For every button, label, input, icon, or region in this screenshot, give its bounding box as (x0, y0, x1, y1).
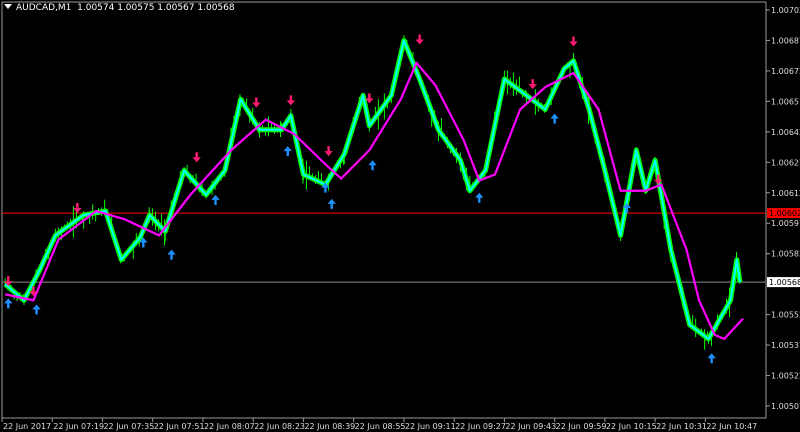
y-tick-label: 1.00507 (771, 402, 800, 411)
x-tick-label: 22 Jun 2017 (3, 422, 51, 431)
buy-arrow-icon (283, 146, 292, 157)
y-tick-label: 1.00552 (771, 311, 800, 320)
sell-arrow-icon (73, 203, 82, 214)
x-tick-label: 22 Jun 08:55 (355, 422, 406, 431)
x-tick-label: 22 Jun 07:35 (103, 422, 154, 431)
y-tick-label: 1.00642 (771, 128, 800, 137)
x-tick-label: 22 Jun 09:11 (405, 422, 456, 431)
price-chart[interactable]: 1.00702 1.00687 1.00672 1.00657 1.00642 1.006… (0, 0, 800, 432)
x-tick-label: 22 Jun 10:15 (606, 422, 657, 431)
buy-arrow-icon (707, 353, 716, 364)
buy-arrow-icon (211, 194, 220, 205)
moving-average-series (4, 61, 744, 341)
dropdown-triangle-icon[interactable] (4, 4, 12, 9)
sell-arrow-icon (252, 97, 261, 108)
y-tick-label: 1.00672 (771, 67, 800, 76)
x-tick-label: 22 Jun 09:27 (455, 422, 506, 431)
sell-arrow-icon (192, 152, 201, 163)
sell-arrow-icon (415, 34, 424, 45)
y-tick-label: 1.00597 (771, 219, 800, 228)
y-tick-label: 1.00657 (771, 97, 800, 106)
x-tick-label: 22 Jun 09:59 (556, 422, 607, 431)
red-level-label: 1.00602 (769, 209, 800, 218)
buy-arrow-icon (475, 192, 484, 203)
y-tick-label: 1.00612 (771, 189, 800, 198)
x-tick-label: 22 Jun 10:31 (656, 422, 707, 431)
buy-arrow-icon (368, 160, 377, 171)
buy-arrow-icon (550, 113, 559, 124)
sell-arrow-icon (528, 79, 537, 90)
symbol-label: AUDCAD,M1 (16, 3, 72, 13)
y-tick-label: 1.00582 (771, 250, 800, 259)
y-tick-label: 1.00537 (771, 341, 800, 350)
x-tick-label: 22 Jun 10:47 (706, 422, 757, 431)
sell-arrow-icon (569, 36, 578, 47)
sell-arrow-icon (286, 95, 296, 106)
x-tick-label: 22 Jun 08:07 (204, 422, 255, 431)
y-tick-label: 1.00522 (771, 372, 800, 381)
x-tick-label: 22 Jun 07:19 (53, 422, 104, 431)
buy-arrow-icon (4, 298, 13, 309)
buy-arrow-icon (167, 249, 176, 260)
buy-arrow-icon (32, 304, 41, 315)
x-tick-label: 22 Jun 07:51 (154, 422, 205, 431)
plot-frame (1, 1, 767, 419)
y-tick-label: 1.00702 (771, 6, 800, 15)
y-tick-label: 1.00627 (771, 158, 800, 167)
y-tick-label: 1.00687 (771, 36, 800, 45)
buy-arrow-icon (327, 198, 336, 209)
x-tick-label: 22 Jun 09:43 (505, 422, 556, 431)
x-tick-label: 22 Jun 08:39 (304, 422, 355, 431)
sell-arrow-icon (324, 146, 333, 157)
current-price-label: 1.00568 (769, 278, 800, 287)
ohlc-values: 1.00574 1.00575 1.00567 1.00568 (77, 3, 235, 13)
x-tick-label: 22 Jun 08:23 (254, 422, 305, 431)
chart-title: AUDCAD,M1 1.00574 1.00575 1.00567 1.0056… (4, 3, 235, 13)
